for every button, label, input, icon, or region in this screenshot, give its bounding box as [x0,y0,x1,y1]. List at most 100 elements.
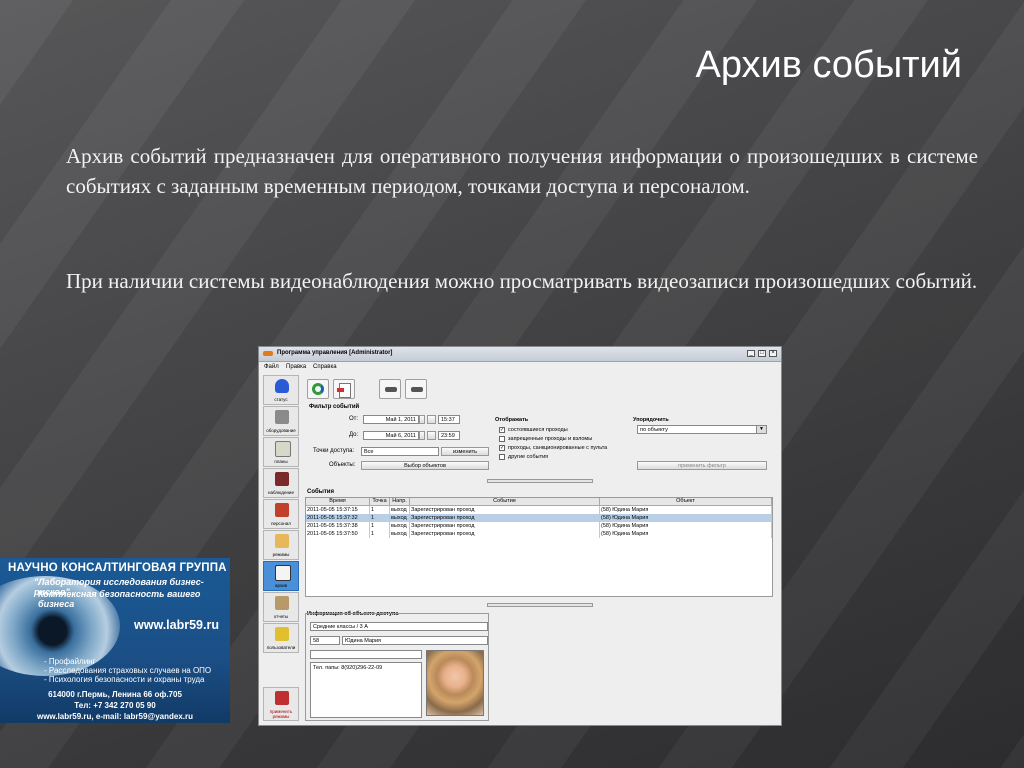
filter-splitter-handle[interactable] [487,479,593,483]
table-row[interactable]: 2011-05-05 15:37:32 1 выход Зарегистриро… [306,514,772,522]
sidebar-item-modes[interactable]: режимы [263,530,299,560]
access-points-input[interactable]: Все [361,447,439,456]
to-calendar-button[interactable] [427,431,436,440]
col-direction[interactable]: Напр. [390,498,410,506]
opt3-checkbox[interactable]: ✓ [499,445,505,451]
cell-direction: выход [390,506,410,514]
window-titlebar[interactable]: Программа управления [Administrator] _ □… [259,347,781,362]
archive-panel: Фильтр событий От: Май 1, 2011 15:37 До:… [303,375,777,723]
apply-filter-button[interactable]: применить фильтр [637,461,767,470]
key-icon [275,627,289,641]
order-header: Упорядочить [633,417,669,423]
app-window: Программа управления [Administrator] _ □… [258,346,782,726]
cell-direction: выход [390,530,410,538]
sidebar-item-status[interactable]: статус [263,375,299,405]
menu-edit[interactable]: Правка [286,364,306,370]
sidebar-item-users[interactable]: пользователи [263,623,299,653]
opt4-label: другие события [508,454,549,460]
from-time-input[interactable]: 15:37 [438,415,460,424]
cell-event: Зарегистрирован проход [410,506,600,514]
col-point[interactable]: Точка [370,498,390,506]
cell-point: 1 [370,530,390,538]
export-button[interactable] [333,379,355,399]
opt4-checkbox[interactable] [499,454,505,460]
opt3-label: проходы, санкционированные с пульта [508,445,608,451]
cell-event: Зарегистрирован проход [410,522,600,530]
from-date-input[interactable]: Май 1, 2011 [363,415,419,424]
col-time[interactable]: Время [306,498,370,506]
sidebar-item-label: режимы [272,552,290,557]
cell-object: (58) Юдина Мария [600,506,772,514]
cell-time: 2011-05-05 15:37:32 [306,514,370,522]
sidebar-item-label: оборудование [266,428,296,433]
order-select-value: по объекту [640,427,668,433]
sidebar-item-label: статус [274,397,288,402]
events-table: Время Точка Напр. Событие Объект 2011-05… [305,497,773,597]
cell-direction: выход [390,514,410,522]
select-objects-button[interactable]: Выбор объектов [361,461,489,470]
clipboard-icon [275,565,291,581]
ad-banner: НАУЧНО КОНСАЛТИНГОВАЯ ГРУППА "Лаборатори… [0,558,230,723]
cell-event: Зарегистрирован проход [410,530,600,538]
banner-contacts: www.labr59.ru, e-mail: labr59@yandex.ru [36,712,193,721]
sidebar-item-archive[interactable]: архив [263,561,299,591]
opt2-checkbox[interactable] [499,436,505,442]
table-row[interactable]: 2011-05-05 15:37:15 1 выход Зарегистриро… [306,506,772,514]
col-event[interactable]: Событие [410,498,600,506]
camera-button-1[interactable] [379,379,401,399]
cell-object: (58) Юдина Мария [600,522,772,530]
sidebar-item-reports[interactable]: отчеты [263,592,299,622]
staff-icon [275,503,289,517]
camera-button-2[interactable] [405,379,427,399]
refresh-button[interactable] [307,379,329,399]
sidebar-item-label: применить режимы [269,709,293,719]
sidebar-item-equipment[interactable]: оборудование [263,406,299,436]
table-row[interactable]: 2011-05-05 15:37:50 1 выход Зарегистриро… [306,530,772,538]
table-row[interactable]: 2011-05-05 15:37:38 1 выход Зарегистриро… [306,522,772,530]
opt1-label: состоявшиеся проходы [508,427,568,433]
sidebar-item-label: персонал [271,521,291,526]
minimize-button[interactable]: _ [747,350,755,357]
gear-icon [275,410,289,424]
banner-service: - Психология безопасности и охраны труда [44,675,205,684]
sidebar-item-staff[interactable]: персонал [263,499,299,529]
plan-icon [275,441,291,457]
object-photo [426,650,484,716]
object-group-field: Средние классы / 3 А [310,622,488,631]
to-date-input[interactable]: Май 6, 2011 [363,431,419,440]
object-info-panel: Средние классы / 3 А 58 Юдина Мария Тел.… [305,613,489,721]
person-icon [275,379,289,393]
table-splitter-handle[interactable] [487,603,593,607]
app-logo-icon [263,351,273,356]
chevron-down-icon: ▼ [756,426,766,433]
from-calendar-button[interactable] [427,415,436,424]
cell-time: 2011-05-05 15:37:50 [306,530,370,538]
refresh-icon [312,383,324,395]
to-label: До: [349,432,359,438]
from-date-spinner[interactable] [419,415,425,424]
menu-file[interactable]: Файл [264,364,279,370]
camera-icon [411,387,423,392]
close-button[interactable]: × [769,350,777,357]
sidebar-item-monitoring[interactable]: наблюдение [263,468,299,498]
banner-phone: Тел: +7 342 270 05 90 [74,701,156,710]
slide-title: Архив событий [695,44,962,86]
banner-service: - Расследования страховых случаев на ОПО [44,666,212,675]
opt1-checkbox[interactable]: ✓ [499,427,505,433]
sidebar-item-label: архив [274,583,288,588]
paragraph-video: При наличии системы видеонаблюдения можн… [66,269,978,293]
cell-event: Зарегистрирован проход [410,514,600,522]
cell-direction: выход [390,522,410,530]
cell-point: 1 [370,522,390,530]
change-points-button[interactable]: изменить [441,447,489,456]
to-date-spinner[interactable] [419,431,425,440]
order-select[interactable]: по объекту ▼ [637,425,767,434]
sidebar-item-plans[interactable]: планы [263,437,299,467]
maximize-button[interactable]: □ [758,350,766,357]
col-object[interactable]: Объект [600,498,772,506]
menu-help[interactable]: Справка [313,364,337,370]
apply-modes-button[interactable]: применить режимы [263,687,299,721]
to-time-input[interactable]: 23:59 [438,431,460,440]
from-label: От: [349,416,359,422]
menubar: Файл Правка Справка [259,362,781,373]
